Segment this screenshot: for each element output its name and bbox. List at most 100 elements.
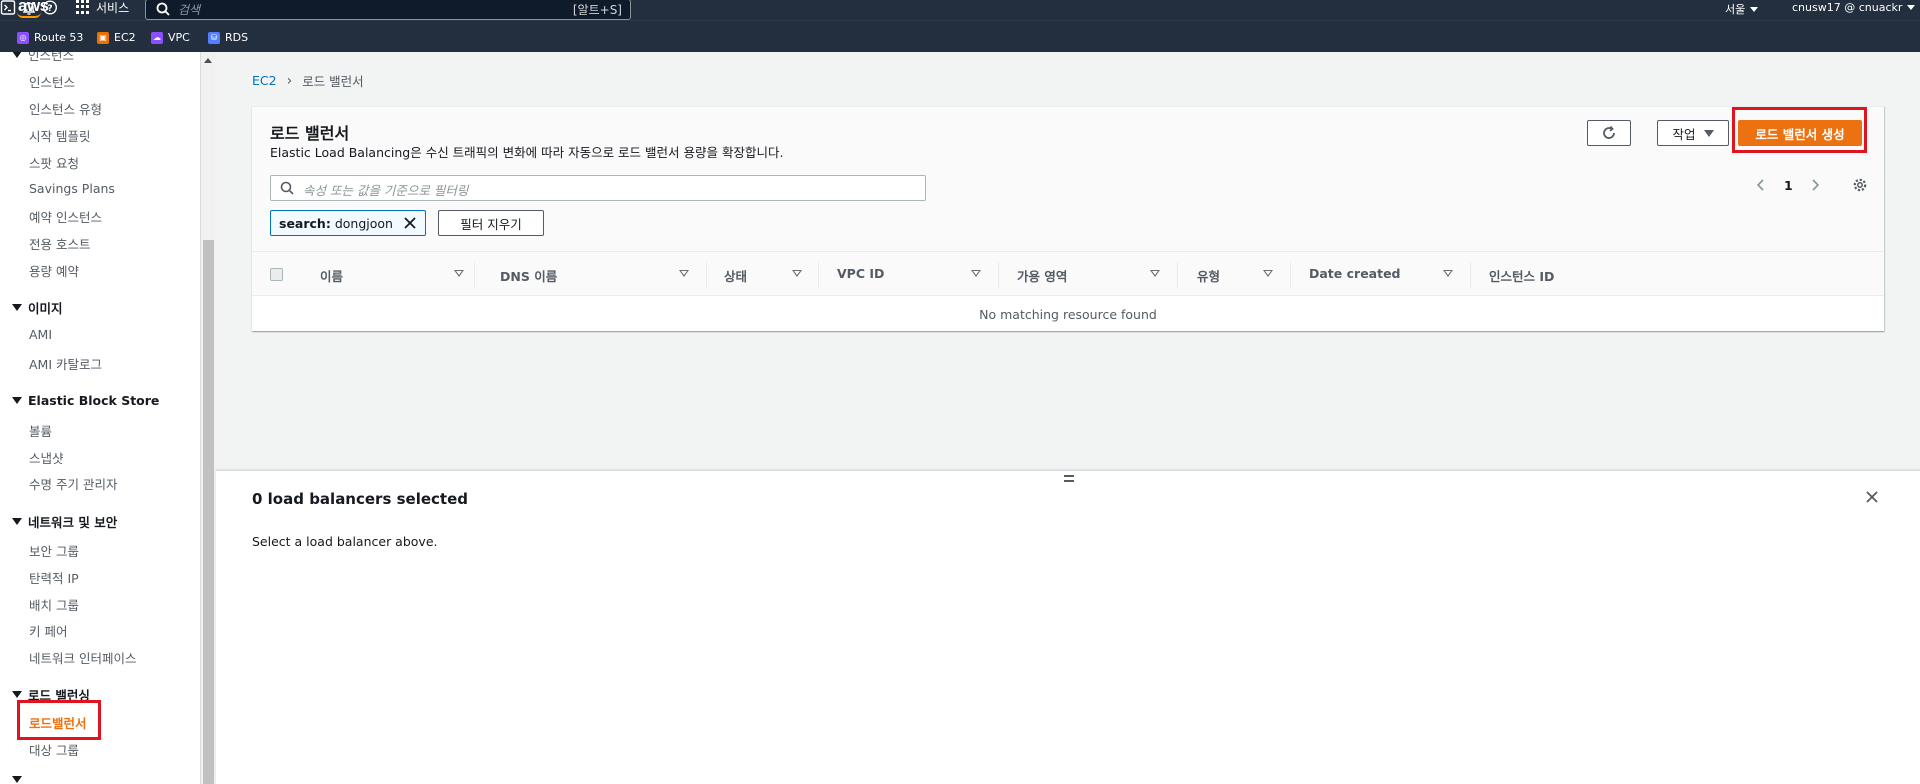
caret-down-icon <box>12 52 22 58</box>
sidebar-item-savings-plans[interactable]: Savings Plans <box>29 181 115 196</box>
remove-filter-icon[interactable] <box>403 216 417 230</box>
sidebar-scroll-thumb[interactable] <box>203 240 214 784</box>
column-header-availability-zones[interactable]: 가용 영역 <box>1017 266 1067 285</box>
column-header-dns-name[interactable]: DNS 이름 <box>500 266 557 285</box>
sidebar-item-volumes[interactable]: 볼륨 <box>29 421 52 440</box>
sidebar-section-images[interactable]: 이미지 <box>12 298 63 317</box>
load-balancers-panel: 로드 밸런서 Elastic Load Balancing은 수신 트래픽의 변… <box>252 106 1884 331</box>
table-empty-message: No matching resource found <box>979 306 1157 322</box>
top-navigation: aws 서비스 검색 [알트+S] ? 서울 cnusw17 @ cnuackr <box>0 0 1920 20</box>
sidebar-scrollbar[interactable] <box>200 52 215 784</box>
sidebar-item-instances[interactable]: 인스턴스 <box>29 72 75 91</box>
split-panel-resize-handle[interactable] <box>1064 475 1074 485</box>
breadcrumb-ec2-link[interactable]: EC2 <box>252 73 277 88</box>
select-all-checkbox[interactable] <box>270 268 283 281</box>
sidebar-item-snapshots[interactable]: 스냅샷 <box>29 448 64 467</box>
sort-icon[interactable] <box>792 270 802 277</box>
split-panel-title: 0 load balancers selected <box>252 490 468 508</box>
breadcrumb: EC2 › 로드 밸런서 <box>252 71 364 90</box>
caret-down-icon <box>12 397 22 404</box>
favorites-bar: ◎ Route 53 ▣ EC2 ☁ VPC ⛁ RDS <box>0 20 1920 52</box>
chevron-right-icon[interactable] <box>1809 178 1821 192</box>
account-menu[interactable]: cnusw17 @ cnuackr <box>1792 1 1916 14</box>
column-divider[interactable] <box>1470 262 1471 288</box>
search-icon <box>156 2 170 16</box>
filter-search-input[interactable]: 속성 또는 값을 기준으로 필터링 <box>270 175 926 201</box>
clear-filters-button[interactable]: 필터 지우기 <box>438 210 544 236</box>
caret-down-icon <box>1703 129 1714 137</box>
sort-icon[interactable] <box>971 270 981 277</box>
sidebar-item-launch-templates[interactable]: 시작 템플릿 <box>29 126 90 145</box>
sidebar-item-ami-catalog[interactable]: AMI 카탈로그 <box>29 354 102 373</box>
column-divider[interactable] <box>998 262 999 288</box>
table-header-row: 이름 DNS 이름 상태 VPC ID 가용 영역 유형 Date create… <box>252 251 1884 296</box>
caret-down-icon <box>12 691 22 698</box>
sidebar-section-autoscaling[interactable] <box>12 776 22 783</box>
column-header-instance-id[interactable]: 인스턴스 ID <box>1489 266 1554 285</box>
cloudshell-icon[interactable] <box>0 0 16 16</box>
sidebar-item-dedicated-hosts[interactable]: 전용 호스트 <box>29 234 90 253</box>
filter-token-text: search: dongjoon <box>279 215 393 231</box>
column-header-vpc-id[interactable]: VPC ID <box>837 266 884 281</box>
sort-icon[interactable] <box>679 270 689 277</box>
favorite-ec2[interactable]: ▣ EC2 <box>97 31 136 44</box>
column-divider[interactable] <box>706 262 707 288</box>
sidebar-item-capacity-reservations[interactable]: 용량 예약 <box>29 261 79 280</box>
filter-placeholder: 속성 또는 값을 기준으로 필터링 <box>303 183 469 198</box>
current-page-number[interactable]: 1 <box>1784 178 1793 193</box>
sidebar-item-network-interfaces[interactable]: 네트워크 인터페이스 <box>29 648 136 667</box>
actions-label: 작업 <box>1672 126 1696 142</box>
column-header-type[interactable]: 유형 <box>1197 266 1220 285</box>
column-header-state[interactable]: 상태 <box>724 266 747 285</box>
favorite-rds[interactable]: ⛁ RDS <box>208 31 248 44</box>
highlight-box-sidebar <box>17 700 101 740</box>
sidebar-item-elastic-ips[interactable]: 탄력적 IP <box>29 568 79 587</box>
sort-icon[interactable] <box>1263 270 1273 277</box>
sidebar-item-key-pairs[interactable]: 키 페어 <box>29 621 67 640</box>
highlight-box-create-button <box>1732 107 1867 153</box>
column-divider[interactable] <box>1177 262 1178 288</box>
region-selector[interactable]: 서울 <box>1725 1 1759 17</box>
column-divider[interactable] <box>1290 262 1291 288</box>
sort-icon[interactable] <box>1150 270 1160 277</box>
global-search-input[interactable]: 검색 [알트+S] <box>145 0 631 20</box>
close-icon[interactable] <box>1864 489 1880 505</box>
favorite-label: Route 53 <box>34 31 84 44</box>
favorite-route53[interactable]: ◎ Route 53 <box>17 31 83 44</box>
sidebar-item-lifecycle-manager[interactable]: 수명 주기 관리자 <box>29 474 117 493</box>
sidebar-item-security-groups[interactable]: 보안 그룹 <box>29 541 79 560</box>
account-label: cnusw17 @ cnuackr <box>1792 1 1903 14</box>
sidebar-item-placement-groups[interactable]: 배치 그룹 <box>29 595 79 614</box>
column-divider[interactable] <box>818 262 819 288</box>
sidebar-item-reserved-instances[interactable]: 예약 인스턴스 <box>29 207 102 226</box>
region-label: 서울 <box>1725 3 1746 16</box>
sidebar-navigation: 인스턴스 인스턴스 인스턴스 유형 시작 템플릿 스팟 요청 Savings P… <box>0 52 200 784</box>
route53-icon: ◎ <box>17 31 29 44</box>
scroll-up-arrow-icon[interactable] <box>204 58 212 63</box>
sidebar-item-target-groups[interactable]: 대상 그룹 <box>29 740 79 759</box>
favorite-label: RDS <box>225 31 249 44</box>
chevron-left-icon[interactable] <box>1755 178 1767 192</box>
column-header-name[interactable]: 이름 <box>320 266 343 285</box>
sidebar-section-ebs[interactable]: Elastic Block Store <box>12 393 159 408</box>
column-divider[interactable] <box>474 262 475 288</box>
sidebar-section-network-security[interactable]: 네트워크 및 보안 <box>12 512 117 531</box>
column-header-date-created[interactable]: Date created <box>1309 266 1401 281</box>
favorite-vpc[interactable]: ☁ VPC <box>151 31 190 44</box>
sidebar-section-instances[interactable]: 인스턴스 <box>12 52 74 64</box>
caret-down-icon <box>12 304 22 311</box>
gear-icon[interactable] <box>1852 177 1868 193</box>
services-menu-button[interactable]: 서비스 <box>76 0 129 17</box>
sort-icon[interactable] <box>454 270 464 277</box>
page-description: Elastic Load Balancing은 수신 트래픽의 변화에 따라 자… <box>270 145 784 160</box>
split-panel: 0 load balancers selected Select a load … <box>216 470 1920 784</box>
sidebar-item-spot-requests[interactable]: 스팟 요청 <box>29 153 79 172</box>
actions-dropdown-button[interactable]: 작업 <box>1657 120 1729 146</box>
chevron-right-icon: › <box>286 72 293 89</box>
sidebar-item-instance-types[interactable]: 인스턴스 유형 <box>29 99 102 118</box>
sort-icon[interactable] <box>1443 270 1453 277</box>
sidebar-item-ami[interactable]: AMI <box>29 327 52 342</box>
caret-down-icon <box>12 776 22 783</box>
chevron-down-icon <box>1750 6 1759 12</box>
refresh-button[interactable] <box>1587 120 1631 146</box>
